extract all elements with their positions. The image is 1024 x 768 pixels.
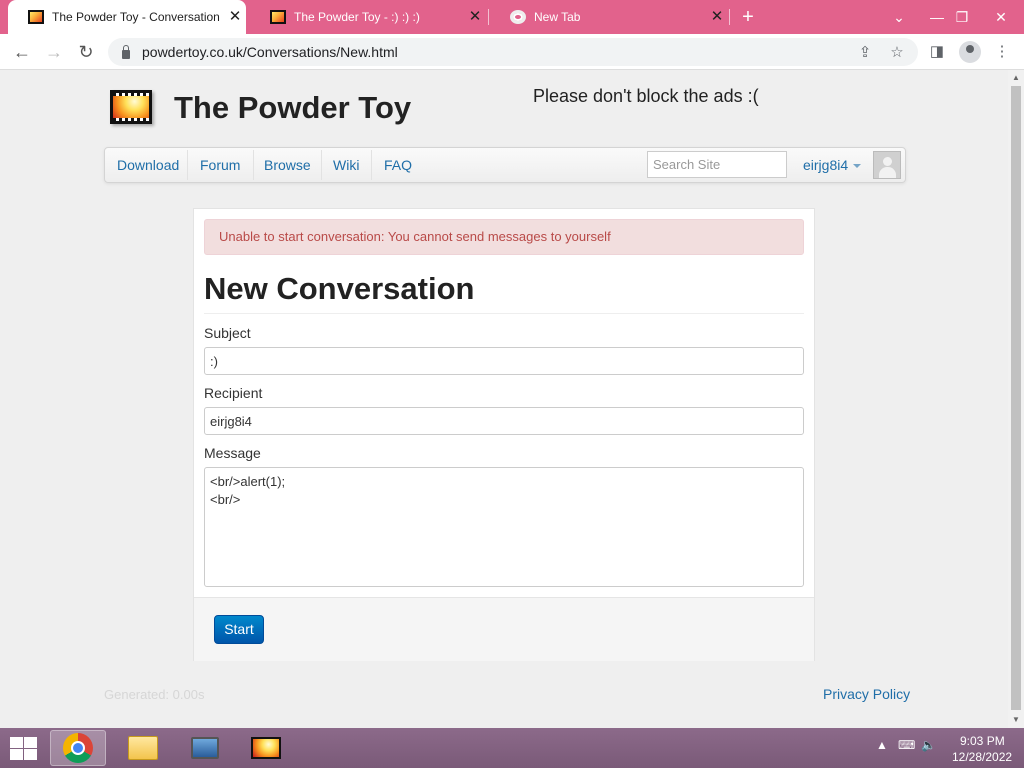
- clock-time[interactable]: 9:03 PM: [960, 734, 1005, 748]
- file-explorer-taskbar-button[interactable]: [115, 730, 171, 766]
- close-tab-icon[interactable]: ✕: [706, 0, 728, 34]
- chrome-taskbar-button[interactable]: [50, 730, 106, 766]
- back-arrow-icon[interactable]: ←: [10, 40, 34, 64]
- keyboard-icon[interactable]: ⌨: [898, 738, 915, 752]
- user-menu[interactable]: eirjg8i4: [803, 148, 862, 182]
- clock-date[interactable]: 12/28/2022: [952, 750, 1012, 764]
- tab-separator: [729, 9, 730, 25]
- kebab-menu-icon[interactable]: ⋮: [992, 42, 1012, 62]
- subject-input[interactable]: [204, 347, 804, 375]
- tab-title: The Powder Toy - :) :) :): [294, 10, 420, 24]
- powder-toy-logo[interactable]: [110, 90, 152, 124]
- message-textarea[interactable]: <br/>alert(1); <br/>: [204, 467, 804, 587]
- bookmark-star-icon[interactable]: ☆: [888, 44, 906, 62]
- reload-icon[interactable]: ↻: [74, 40, 98, 64]
- powder-toy-favicon-icon: [28, 10, 44, 24]
- url-text[interactable]: powdertoy.co.uk/Conversations/New.html: [142, 44, 398, 60]
- username[interactable]: eirjg8i4: [803, 157, 848, 173]
- chrome-icon: [63, 733, 93, 763]
- recipient-input[interactable]: [204, 407, 804, 435]
- nav-browse[interactable]: Browse: [252, 148, 323, 182]
- profile-avatar-icon[interactable]: [959, 41, 981, 63]
- volume-icon[interactable]: 🔈: [921, 738, 936, 752]
- search-site-input[interactable]: [647, 151, 787, 178]
- powder-toy-favicon-icon: [270, 10, 286, 24]
- tab-strip: The Powder Toy - Conversation ✕ The Powd…: [0, 0, 1024, 34]
- site-title[interactable]: The Powder Toy: [174, 90, 411, 126]
- start-button[interactable]: Start: [214, 615, 264, 644]
- share-icon[interactable]: ⇪: [856, 44, 874, 62]
- page-scrollbar[interactable]: ▲ ▼: [1008, 70, 1024, 728]
- heading-divider: [204, 313, 804, 314]
- folder-icon: [128, 736, 158, 760]
- forward-arrow-icon[interactable]: →: [42, 40, 66, 64]
- caret-down-icon[interactable]: [853, 164, 862, 169]
- tab-separator: [488, 9, 489, 25]
- browser-toolbar: ← → ↻ powdertoy.co.uk/Conversations/New.…: [0, 34, 1024, 70]
- subject-label: Subject: [204, 325, 251, 341]
- ad-notice: Please don't block the ads :(: [533, 86, 759, 106]
- privacy-policy-link[interactable]: Privacy Policy: [823, 686, 910, 702]
- error-alert: Unable to start conversation: You cannot…: [204, 219, 804, 255]
- address-bar[interactable]: powdertoy.co.uk/Conversations/New.html ⇪…: [108, 38, 918, 66]
- tab-title: The Powder Toy - Conversation: [52, 10, 220, 24]
- scroll-thumb[interactable]: [1011, 86, 1021, 710]
- site-navbar: Download Forum Browse Wiki FAQ eirjg8i4: [104, 147, 906, 183]
- restore-icon[interactable]: ❐: [945, 0, 979, 34]
- user-avatar[interactable]: [873, 151, 901, 179]
- taskbar: ▲ ⌨ 🔈 9:03 PM 12/28/2022: [0, 728, 1024, 768]
- lock-icon[interactable]: [122, 44, 130, 59]
- scroll-down-icon[interactable]: ▼: [1012, 716, 1020, 724]
- nav-download[interactable]: Download: [105, 148, 191, 182]
- remote-desktop-taskbar-button[interactable]: [177, 730, 233, 766]
- side-panel-icon[interactable]: ◨: [927, 42, 947, 62]
- chrome-favicon-icon: [510, 10, 526, 24]
- tab-search-chevron-icon[interactable]: ⌄: [882, 0, 916, 34]
- generated-time: Generated: 0.00s: [104, 687, 205, 702]
- message-label: Message: [204, 445, 261, 461]
- scroll-up-icon[interactable]: ▲: [1012, 74, 1020, 82]
- close-window-icon[interactable]: ✕: [984, 0, 1018, 34]
- powder-toy-icon: [251, 737, 281, 759]
- tab-powder-toy-conversation[interactable]: The Powder Toy - Conversation ✕: [8, 0, 246, 34]
- close-tab-icon[interactable]: ✕: [464, 0, 486, 34]
- tab-new-tab[interactable]: New Tab ✕: [490, 0, 728, 34]
- new-tab-plus-icon[interactable]: +: [736, 0, 760, 34]
- page-viewport: The Powder Toy Please don't block the ad…: [0, 70, 1008, 728]
- recipient-label: Recipient: [204, 385, 263, 401]
- page-title: New Conversation: [204, 271, 475, 306]
- tab-powder-toy-smileys[interactable]: The Powder Toy - :) :) :) ✕: [250, 0, 486, 34]
- powder-toy-taskbar-button[interactable]: [238, 730, 294, 766]
- nav-forum[interactable]: Forum: [188, 148, 252, 182]
- nav-faq[interactable]: FAQ: [372, 148, 424, 182]
- close-tab-icon[interactable]: ✕: [224, 0, 246, 34]
- nav-wiki[interactable]: Wiki: [321, 148, 371, 182]
- new-conversation-panel: Unable to start conversation: You cannot…: [193, 208, 815, 661]
- monitor-icon: [191, 737, 219, 759]
- form-actions: Start: [194, 597, 814, 661]
- show-hidden-icons-icon[interactable]: ▲: [876, 738, 888, 752]
- tab-title: New Tab: [534, 10, 581, 24]
- windows-start-icon[interactable]: [8, 736, 38, 762]
